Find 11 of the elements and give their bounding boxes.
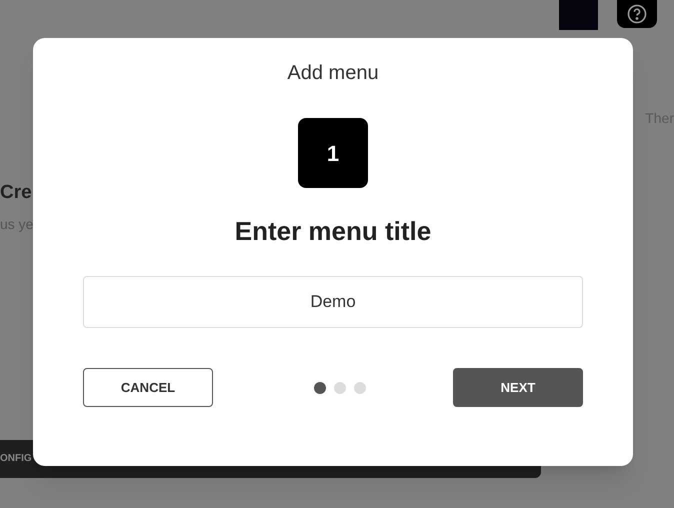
help-button[interactable] (617, 0, 657, 28)
help-icon (627, 4, 647, 24)
step-heading: Enter menu title (234, 215, 432, 248)
title-input[interactable]: Demo (83, 276, 583, 328)
dialog-title: Add menu (287, 61, 379, 86)
dark-square (559, 0, 598, 30)
cancel-button[interactable]: CANCEL (83, 368, 213, 407)
step-number: 1 (298, 118, 368, 188)
card-title: Cre (0, 181, 32, 205)
bar-label: ONFIG (0, 452, 32, 466)
next-button[interactable]: NEXT (453, 368, 583, 407)
